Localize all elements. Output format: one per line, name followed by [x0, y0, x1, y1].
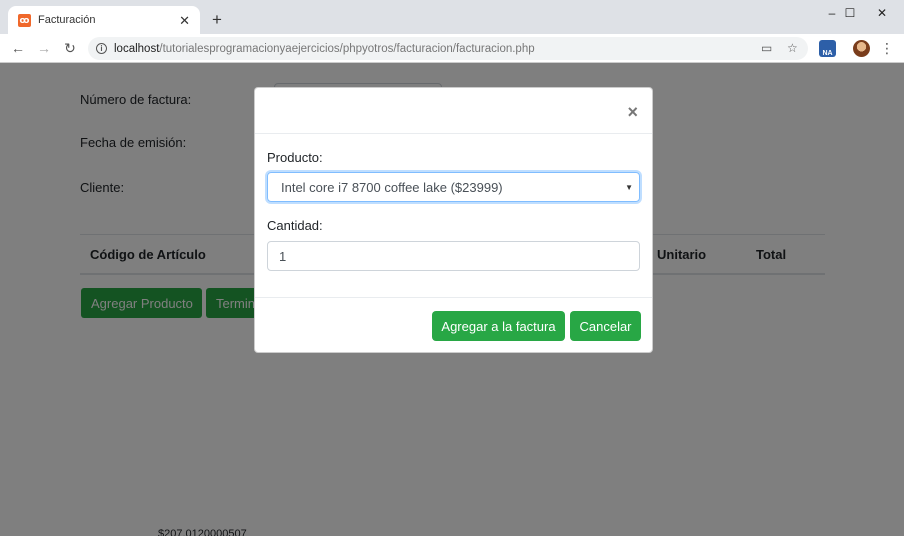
star-icon[interactable]: ☆: [787, 41, 798, 55]
quantity-input[interactable]: 1: [267, 241, 640, 271]
new-tab-button[interactable]: +: [208, 10, 226, 28]
url-text: localhost/tutorialesprogramacionyaejerci…: [114, 43, 535, 55]
cancel-button[interactable]: Cancelar: [570, 311, 641, 341]
close-window-button[interactable]: ✕: [860, 0, 904, 26]
product-label: Producto:: [267, 150, 323, 165]
browser-chrome: ꝏ Facturación ✕ + – ☐ ✕ ← → ↻ i localhos…: [0, 0, 904, 63]
address-bar[interactable]: i localhost/tutorialesprogramacionyaejer…: [88, 37, 808, 60]
tab-title: Facturación: [38, 14, 96, 26]
browser-tab[interactable]: ꝏ Facturación ✕: [8, 6, 200, 34]
close-icon[interactable]: ×: [627, 103, 638, 121]
back-icon[interactable]: ←: [9, 39, 27, 57]
product-select-value: Intel core i7 8700 coffee lake ($23999): [281, 179, 503, 195]
forward-icon[interactable]: →: [35, 39, 53, 57]
quantity-label: Cantidad:: [267, 218, 323, 233]
tab-strip: ꝏ Facturación ✕ + – ☐ ✕: [0, 0, 904, 34]
chevron-down-icon: ▼: [625, 183, 633, 192]
url-path: /tutorialesprogramacionyaejercicios/phpy…: [159, 42, 535, 55]
xampp-favicon-icon: ꝏ: [18, 13, 31, 27]
modal-footer: Agregar a la factura Cancelar: [255, 297, 652, 352]
modal-header: ×: [255, 88, 652, 134]
info-icon[interactable]: i: [96, 43, 107, 54]
add-product-modal: × Producto: Intel core i7 8700 coffee la…: [254, 87, 653, 353]
close-tab-icon[interactable]: ✕: [179, 14, 190, 27]
add-to-invoice-button[interactable]: Agregar a la factura: [432, 311, 565, 341]
reload-icon[interactable]: ↻: [61, 39, 79, 57]
url-host: localhost: [114, 42, 160, 55]
cast-icon[interactable]: ▭: [761, 41, 772, 55]
avatar-icon[interactable]: [853, 40, 870, 57]
product-select[interactable]: Intel core i7 8700 coffee lake ($23999) …: [267, 172, 640, 202]
browser-toolbar: ← → ↻ i localhost/tutorialesprogramacion…: [0, 34, 904, 63]
menu-icon[interactable]: ⋮: [880, 40, 894, 57]
extension-icon[interactable]: NA: [819, 40, 836, 57]
